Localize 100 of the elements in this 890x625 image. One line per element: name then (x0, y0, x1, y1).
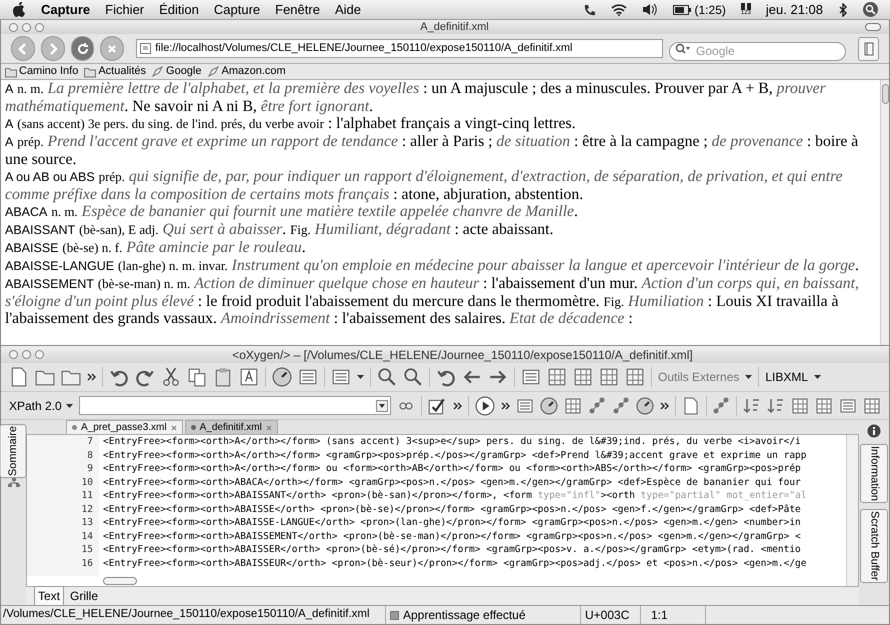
xpath-version-dropdown[interactable]: XPath 2.0 (9, 396, 73, 414)
reload-icon (76, 42, 90, 56)
caret-icon (66, 404, 73, 408)
bluetooth-icon[interactable] (838, 2, 848, 16)
code-line: <EntryFree><form><orth>ABAISSER</orth> <pron>(bè-sé)</pron></form> <gramGrp><pos>v. a.</pos></gramGrp> <etym>(rad. <mentio (103, 543, 802, 556)
list-icon[interactable] (331, 367, 351, 387)
close-button[interactable] (9, 22, 18, 32)
line-number: 15 (80, 543, 93, 556)
search-icon[interactable] (377, 367, 397, 387)
code-line: <EntryFree><form><orth>A</orth></form> (sans accent) 3<sup>e</sup> pers. du sing. de l&#39;ind. prés, du verbe <i>avoir</i (103, 435, 802, 448)
list-icon[interactable] (838, 396, 857, 414)
address-field[interactable]: file://localhost/Volumes/CLE_HELENE/Journee_150110/expose150110/A_definitif.xml (136, 39, 664, 58)
zoom-button[interactable] (35, 22, 44, 32)
dropdown-menu[interactable]: LIBXML (765, 368, 822, 386)
bookmark-link[interactable]: Camino Info (19, 63, 78, 80)
keyboard-bars-icon (740, 2, 751, 10)
copy-icon[interactable] (187, 367, 207, 387)
close-button[interactable] (9, 350, 18, 359)
view-tab[interactable]: Text (34, 586, 64, 606)
minimize-button[interactable] (22, 350, 31, 359)
grid-icon[interactable] (814, 396, 833, 414)
line-number: 7 (86, 435, 93, 448)
search-icon[interactable] (675, 43, 692, 54)
stop-button[interactable] (100, 36, 124, 61)
list-icon[interactable] (298, 367, 318, 387)
editor-tab[interactable]: A_pret_passe3.xml (66, 420, 183, 434)
search-field[interactable]: Google (669, 42, 846, 60)
dropdown-menu[interactable]: Outils Externes (658, 368, 752, 386)
paste-icon[interactable] (213, 367, 233, 387)
clock[interactable]: jeu. 21:08 (766, 0, 823, 20)
scissors-icon[interactable] (161, 367, 181, 387)
double-chevron-icon[interactable] (501, 402, 510, 410)
line-number: 16 (80, 556, 93, 570)
list-icon[interactable] (516, 396, 534, 414)
menu-item[interactable]: Capture (214, 0, 260, 20)
check-icon[interactable] (427, 396, 448, 416)
nodes-icon[interactable] (612, 396, 630, 414)
grid-icon[interactable] (625, 367, 645, 387)
zoom-button[interactable] (35, 350, 44, 359)
apple-logo-icon[interactable] (12, 2, 26, 18)
wifi-icon[interactable] (610, 3, 627, 16)
side-panel-tab[interactable]: Information (860, 444, 888, 504)
line-number: 10 (80, 476, 93, 489)
grid-icon[interactable] (790, 396, 809, 414)
view-tab[interactable]: Grille (66, 586, 102, 606)
side-panel-tab[interactable]: Sommaire (0, 424, 27, 478)
text-frame-icon[interactable] (239, 367, 259, 387)
bookmark-link[interactable]: Amazon.com (222, 63, 286, 80)
bookmarks-button[interactable] (858, 36, 879, 60)
gauge-icon[interactable] (540, 396, 558, 414)
battery-icon[interactable] (672, 4, 691, 14)
scrollbar[interactable] (880, 80, 889, 345)
forward-button[interactable] (40, 36, 65, 61)
sort-icon[interactable] (766, 396, 785, 414)
dictionary-entry: A ou AB ou ABS prép. qui signifie de, par, pour indiquer un rapport d'éloignement, d'extraction, de séparation, de privation, et qui entre comme préfixe dans la composition de certains mots français : atone, abjuration, abstention. (5, 168, 844, 203)
minimize-button[interactable] (22, 22, 31, 32)
volume-icon[interactable] (642, 3, 658, 16)
menu-item[interactable]: Fichier (105, 0, 144, 20)
bookmark-link[interactable]: Google (166, 63, 202, 80)
new-file-icon[interactable] (682, 396, 700, 414)
side-panel-tab[interactable]: Scratch Buffer (860, 509, 888, 583)
line-number: 13 (80, 516, 93, 530)
grid-icon[interactable] (564, 396, 582, 414)
menu-item[interactable]: Aide (334, 0, 361, 20)
bookmark-link[interactable]: Actualités (98, 63, 146, 80)
double-chevron-icon[interactable] (87, 373, 96, 381)
double-chevron-icon[interactable] (453, 402, 462, 410)
gauge-icon[interactable] (272, 367, 292, 387)
double-chevron-icon[interactable] (660, 402, 670, 410)
grid-icon[interactable] (862, 396, 881, 414)
back-button[interactable] (11, 36, 35, 61)
vertical-scrollbar[interactable] (846, 435, 858, 586)
grid-icon[interactable] (547, 367, 567, 387)
line-number: 11 (80, 489, 93, 502)
play-icon[interactable] (475, 396, 496, 416)
menu-item[interactable]: Capture (41, 0, 90, 20)
search-icon[interactable] (403, 367, 423, 387)
list-icon[interactable] (521, 367, 541, 387)
grid-icon[interactable] (599, 367, 619, 387)
xpath-field[interactable] (78, 396, 391, 415)
code-line: <EntryFree><form><orth>A</orth></form> ou <form><orth>AB</orth></form> ou <form><orth>ABS</orth></form> <gramGrp><pos>prép (103, 462, 802, 476)
nodes-icon[interactable] (588, 396, 606, 414)
caret-icon (814, 375, 822, 379)
horizontal-scroll-thumb[interactable] (103, 577, 137, 585)
menu-item[interactable]: Édition (159, 0, 199, 20)
character-code: U+003C (581, 606, 641, 624)
editor-tab[interactable]: A_definitif.xml (184, 420, 278, 434)
toolbar-toggle-button[interactable] (865, 23, 881, 31)
sort-icon[interactable] (742, 396, 761, 414)
menu-item[interactable]: Fenêtre (275, 0, 320, 20)
spotlight-search-icon[interactable] (863, 2, 878, 17)
close-icon[interactable] (266, 424, 272, 430)
grid-icon[interactable] (573, 367, 593, 387)
reload-button[interactable] (70, 36, 94, 61)
nodes-icon[interactable] (712, 396, 730, 414)
close-icon[interactable] (170, 424, 177, 430)
cursor-position: 1:1 (641, 606, 706, 624)
gauge-icon[interactable] (636, 396, 654, 414)
new-file-icon[interactable] (9, 367, 29, 387)
battery-time: (1:25) (694, 2, 726, 18)
